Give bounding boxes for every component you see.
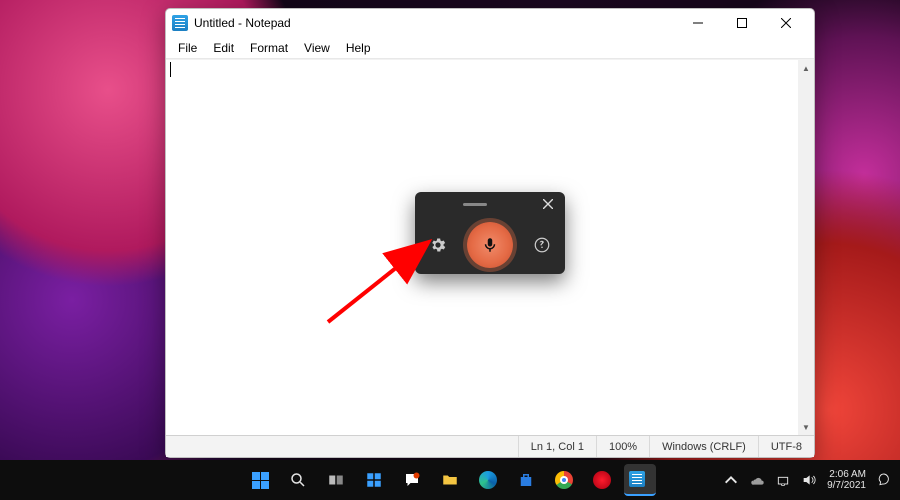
help-icon xyxy=(533,236,551,254)
start-button[interactable] xyxy=(244,464,276,496)
minimize-button[interactable] xyxy=(676,9,720,37)
gear-icon xyxy=(429,236,447,254)
chat-button[interactable] xyxy=(396,464,428,496)
statusbar: Ln 1, Col 1 100% Windows (CRLF) UTF-8 xyxy=(166,435,814,457)
menubar: File Edit Format View Help xyxy=(166,37,814,59)
desktop: Untitled - Notepad File Edit Format View… xyxy=(0,0,900,500)
network-icon[interactable] xyxy=(775,472,791,488)
vertical-scrollbar[interactable]: ▲ ▼ xyxy=(798,60,814,435)
microphone-icon xyxy=(481,236,499,254)
chrome-button[interactable] xyxy=(548,464,580,496)
tray-overflow-button[interactable] xyxy=(723,472,739,488)
voice-close-button[interactable] xyxy=(537,193,559,215)
file-explorer-button[interactable] xyxy=(434,464,466,496)
status-encoding: UTF-8 xyxy=(758,436,814,457)
notepad-icon xyxy=(172,15,188,31)
clock-date: 9/7/2021 xyxy=(827,480,866,492)
search-button[interactable] xyxy=(282,464,314,496)
microphone-button[interactable] xyxy=(467,222,513,268)
onedrive-icon[interactable] xyxy=(749,472,765,488)
task-view-icon xyxy=(327,471,345,489)
widgets-button[interactable] xyxy=(358,464,390,496)
titlebar[interactable]: Untitled - Notepad xyxy=(166,9,814,37)
text-caret xyxy=(170,62,171,77)
taskbar[interactable]: 2:06 AM 9/7/2021 xyxy=(0,460,900,500)
chat-icon xyxy=(403,471,421,489)
opera-icon xyxy=(593,471,611,489)
close-button[interactable] xyxy=(764,9,808,37)
status-zoom: 100% xyxy=(596,436,649,457)
widgets-icon xyxy=(365,471,383,489)
windows-logo-icon xyxy=(252,472,269,489)
notification-center-button[interactable] xyxy=(876,472,892,488)
scroll-up-arrow[interactable]: ▲ xyxy=(798,60,814,76)
menu-edit[interactable]: Edit xyxy=(205,39,242,57)
status-eol: Windows (CRLF) xyxy=(649,436,758,457)
voice-drag-handle[interactable] xyxy=(463,203,487,206)
clock-time: 2:06 AM xyxy=(827,469,866,481)
maximize-button[interactable] xyxy=(720,9,764,37)
volume-icon[interactable] xyxy=(801,472,817,488)
store-button[interactable] xyxy=(510,464,542,496)
voice-help-button[interactable] xyxy=(531,234,553,256)
voice-settings-button[interactable] xyxy=(427,234,449,256)
edge-icon xyxy=(479,471,497,489)
window-title: Untitled - Notepad xyxy=(194,16,676,30)
menu-view[interactable]: View xyxy=(296,39,338,57)
store-icon xyxy=(517,471,535,489)
menu-file[interactable]: File xyxy=(170,39,205,57)
clock[interactable]: 2:06 AM 9/7/2021 xyxy=(827,469,866,492)
edge-button[interactable] xyxy=(472,464,504,496)
notepad-icon xyxy=(629,471,645,487)
search-icon xyxy=(289,471,307,489)
folder-icon xyxy=(441,471,459,489)
notepad-taskbar-button[interactable] xyxy=(624,464,656,496)
menu-help[interactable]: Help xyxy=(338,39,379,57)
scroll-down-arrow[interactable]: ▼ xyxy=(798,419,814,435)
task-view-button[interactable] xyxy=(320,464,352,496)
system-tray[interactable]: 2:06 AM 9/7/2021 xyxy=(723,469,892,492)
voice-typing-panel[interactable] xyxy=(415,192,565,274)
menu-format[interactable]: Format xyxy=(242,39,296,57)
chrome-icon xyxy=(555,471,573,489)
taskbar-center xyxy=(244,464,656,496)
opera-button[interactable] xyxy=(586,464,618,496)
status-position: Ln 1, Col 1 xyxy=(518,436,596,457)
